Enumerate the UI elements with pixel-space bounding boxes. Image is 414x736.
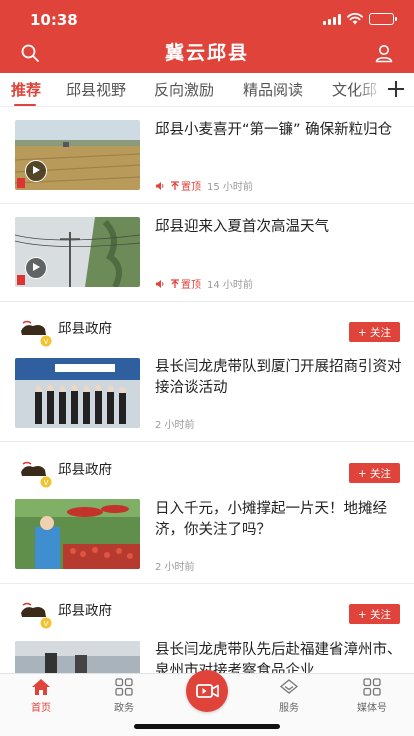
- news-time: 15 小时前: [207, 182, 253, 193]
- news-time: 2 小时前: [155, 562, 195, 573]
- meeting-photo-image: [15, 358, 140, 428]
- account-name[interactable]: 邱县政府: [58, 599, 112, 619]
- pinned-label: 置顶: [181, 280, 201, 291]
- account-name[interactable]: 邱县政府: [58, 458, 112, 478]
- nav-home[interactable]: 首页: [11, 678, 71, 714]
- app-title: 冀云邱县: [164, 42, 249, 64]
- account-name[interactable]: 邱县政府: [58, 317, 112, 337]
- news-meta: 置顶 14 小时前: [155, 276, 253, 291]
- news-meta: 2 小时前: [155, 416, 195, 431]
- svg-text:V: V: [44, 338, 49, 346]
- channel-tabs: 推荐 邱县视野 反向激励 精品阅读 文化邱: [0, 73, 414, 107]
- tab-fade: [356, 73, 384, 106]
- news-title[interactable]: 邱县小麦喜开“第一镰” 确保新粒归仓: [155, 120, 405, 141]
- nav-service[interactable]: 服务: [259, 678, 319, 714]
- grid-icon: [363, 678, 381, 696]
- divider: [0, 441, 414, 442]
- street-stall-image: [15, 499, 140, 569]
- follow-button[interactable]: + 关注: [349, 604, 400, 624]
- tab-featured-reading[interactable]: 精品阅读: [243, 79, 303, 100]
- nav-home-label: 首页: [31, 703, 51, 714]
- speaker-icon[interactable]: [155, 279, 165, 289]
- play-icon[interactable]: [25, 257, 47, 279]
- watermark-logo: [17, 275, 25, 285]
- pin-icon: [171, 181, 179, 190]
- user-profile-icon[interactable]: [374, 43, 394, 63]
- watermark-logo: [17, 178, 25, 188]
- wifi-icon: [347, 13, 363, 25]
- tab-recommend[interactable]: 推荐: [11, 79, 41, 100]
- pinned-label: 置顶: [181, 182, 201, 193]
- news-title[interactable]: 日入千元，小摊撑起一片天！地摊经济，你关注了吗？: [155, 499, 405, 541]
- news-meta: 置顶 15 小时前: [155, 178, 253, 193]
- news-time: 2 小时前: [155, 420, 195, 431]
- pinned-badge: 置顶: [171, 276, 201, 291]
- play-icon[interactable]: [25, 160, 47, 182]
- video-camera-icon: [196, 684, 219, 698]
- nav-media-account[interactable]: 媒体号: [342, 678, 402, 714]
- tab-reverse-incentive[interactable]: 反向激励: [154, 79, 214, 100]
- news-thumbnail[interactable]: [15, 120, 140, 190]
- svg-text:V: V: [44, 479, 49, 487]
- news-thumbnail[interactable]: [15, 358, 140, 428]
- home-indicator: [134, 724, 280, 729]
- svg-text:V: V: [44, 620, 49, 628]
- follow-button[interactable]: + 关注: [349, 322, 400, 342]
- account-avatar[interactable]: V: [15, 458, 53, 488]
- news-title[interactable]: 邱县迎来入夏首次高温天气: [155, 217, 405, 238]
- pin-icon: [171, 279, 179, 288]
- divider: [0, 301, 414, 302]
- battery-icon: [369, 13, 397, 25]
- nav-media-account-label: 媒体号: [357, 703, 387, 714]
- news-feed[interactable]: 邱县小麦喜开“第一镰” 确保新粒归仓 置顶 15 小时前 邱县迎来入夏首次高温天…: [0, 107, 414, 673]
- nav-government-label: 政务: [114, 703, 134, 714]
- diamond-icon: [279, 679, 299, 694]
- grid-icon: [115, 678, 133, 696]
- news-thumbnail[interactable]: [15, 641, 140, 673]
- add-channel-icon[interactable]: [384, 77, 408, 101]
- news-thumbnail[interactable]: [15, 217, 140, 287]
- nav-service-label: 服务: [279, 703, 299, 714]
- factory-visit-image: [15, 641, 140, 673]
- divider: [0, 583, 414, 584]
- news-time: 14 小时前: [207, 280, 253, 291]
- nav-video-button[interactable]: [186, 670, 228, 712]
- divider: [0, 203, 414, 204]
- search-icon[interactable]: [20, 43, 40, 63]
- account-avatar[interactable]: V: [15, 317, 53, 347]
- speaker-icon[interactable]: [155, 181, 165, 191]
- nav-government[interactable]: 政务: [94, 678, 154, 714]
- news-title[interactable]: 县长闫龙虎带队到厦门开展招商引资对接洽谈活动: [155, 357, 405, 399]
- cellular-signal-icon: [323, 13, 341, 25]
- news-thumbnail[interactable]: [15, 499, 140, 569]
- follow-button[interactable]: + 关注: [349, 463, 400, 483]
- news-title[interactable]: 县长闫龙虎带队先后赴福建省漳州市、泉州市对接考察食品企业: [155, 640, 405, 673]
- active-tab-indicator: [14, 104, 36, 106]
- account-avatar[interactable]: V: [15, 599, 53, 629]
- news-meta: 2 小时前: [155, 558, 195, 573]
- status-time: 10:38: [30, 11, 78, 29]
- pinned-badge: 置顶: [171, 178, 201, 193]
- home-icon: [32, 679, 50, 695]
- app-header: 10:38 冀云邱县: [0, 0, 414, 73]
- tab-qiuxian-vision[interactable]: 邱县视野: [66, 79, 126, 100]
- status-icons: [323, 13, 397, 25]
